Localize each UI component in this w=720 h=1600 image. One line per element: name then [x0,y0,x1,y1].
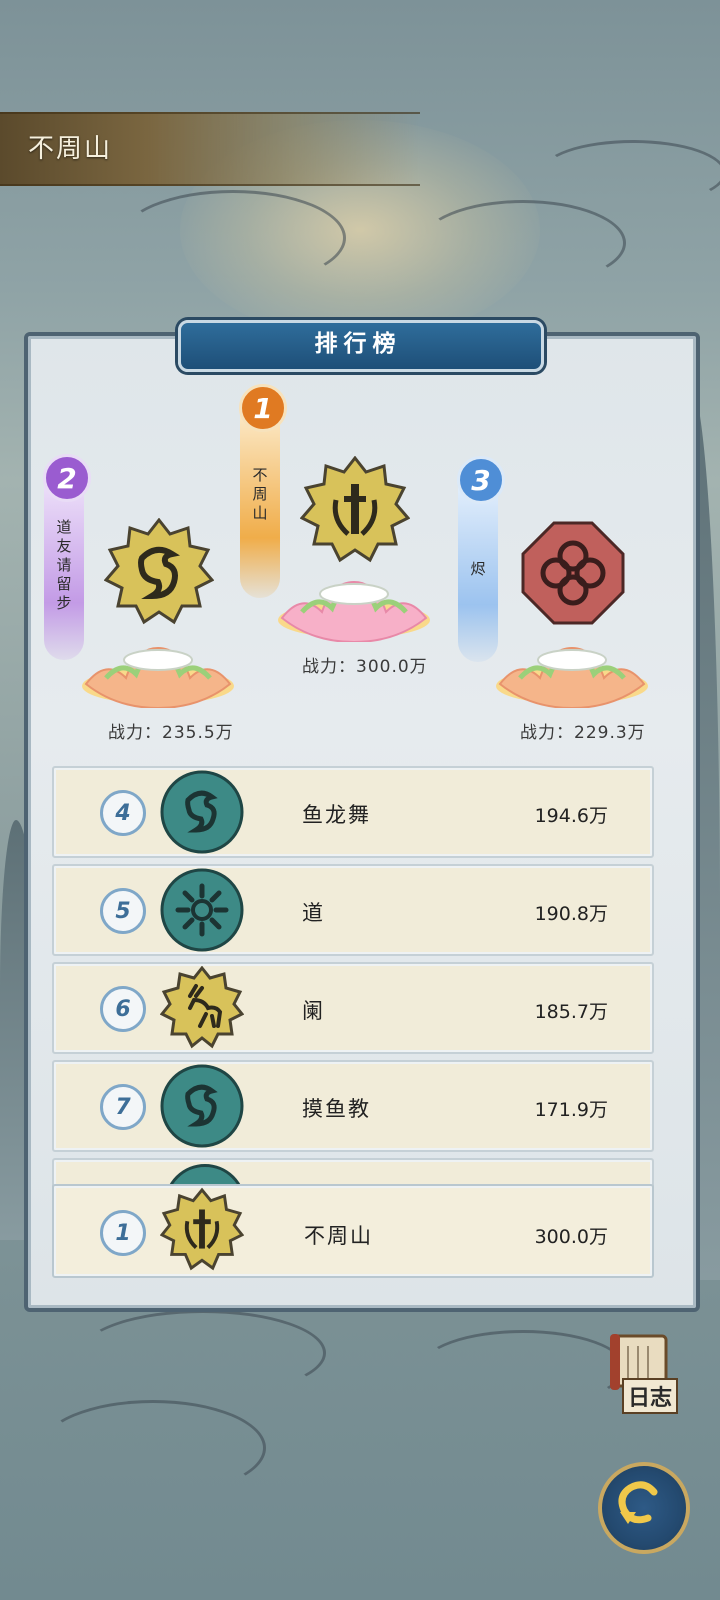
rank-number: 4 [100,790,146,836]
back-arrow-icon [618,1481,658,1524]
cloud [40,1400,266,1496]
cloud [120,190,346,286]
dragon-emblem [160,770,244,854]
dragon-emblem[interactable] [104,518,214,628]
rank-badge-2: 2 [43,454,91,502]
log-button[interactable]: 日志 [604,1330,680,1414]
back-button[interactable] [598,1462,690,1554]
my-rank-row[interactable]: 1 不周山 300.0万 [52,1184,654,1278]
rank-number: 6 [100,986,146,1032]
podium-power-3: 战力：229.3万 [520,723,646,743]
guild-name: 摸鱼教 [302,1097,371,1121]
my-guild-name: 不周山 [304,1224,373,1248]
sword-emblem[interactable] [300,456,410,566]
my-guild-power: 300.0万 [534,1226,608,1248]
lotus-pedestal [490,632,654,710]
panel-title: 排行榜 [314,331,402,357]
lotus-pedestal [76,632,240,710]
guild-power: 171.9万 [534,1099,608,1121]
list-item[interactable]: 6 阑 185.7万 [52,962,654,1054]
guild-power: 194.6万 [534,805,608,827]
dragon-icon [104,518,214,625]
podium-name-2[interactable]: 道友请留步 [53,518,75,613]
location-title: 不周山 [28,134,113,164]
guild-name: 鱼龙舞 [302,803,371,827]
list-item[interactable]: 5 道 190.8万 [52,864,654,956]
deer-emblem [160,966,244,1050]
guild-name: 阑 [302,999,325,1023]
cloud [80,1310,326,1396]
podium-power-1: 战力：300.0万 [302,657,428,677]
rank-number: 7 [100,1084,146,1130]
rank-badge-1: 1 [239,384,287,432]
clover-emblem[interactable] [520,520,626,626]
rank-number: 1 [100,1210,146,1256]
cloud [540,140,720,206]
sword-emblem [160,1187,244,1272]
podium-name-1[interactable]: 不周山 [249,466,271,523]
sun-emblem [160,868,244,952]
podium-name-3[interactable]: 烬 [467,560,489,579]
rank-badge-3: 3 [457,456,505,504]
guild-name: 道 [302,901,325,925]
list-item[interactable]: 7 摸鱼教 171.9万 [52,1060,654,1152]
list-item[interactable]: 4 鱼龙舞 194.6万 [52,766,654,858]
cloud [420,200,626,286]
guild-power: 185.7万 [534,1001,608,1023]
cloud [420,1330,626,1406]
log-button-label: 日志 [622,1378,679,1414]
dragon-emblem [160,1064,244,1148]
clover-icon [521,521,625,625]
sword-icon [300,456,410,563]
rank-number: 5 [100,888,146,934]
guild-power: 190.8万 [534,903,608,925]
lotus-pedestal [272,566,436,644]
podium-power-2: 战力：235.5万 [108,723,234,743]
